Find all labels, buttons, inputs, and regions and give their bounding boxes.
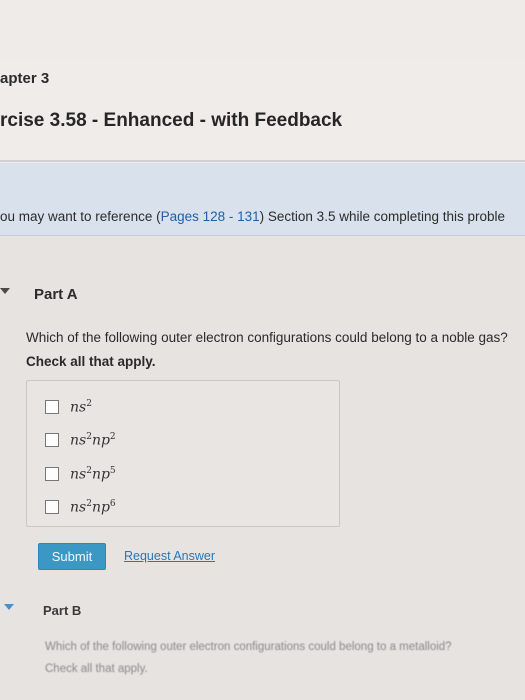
info-banner (0, 163, 525, 236)
expand-caret-icon[interactable] (4, 604, 14, 610)
option-label: ns2np2 (70, 432, 116, 449)
part-b-question: Which of the following outer electron co… (45, 641, 452, 653)
checkbox[interactable] (45, 400, 59, 415)
header-divider (0, 160, 525, 162)
info-text: ou may want to reference (Pages 128 - 13… (0, 209, 505, 224)
part-a-instruction: Check all that apply. (26, 354, 156, 369)
top-strip (0, 0, 525, 58)
part-b-title[interactable]: Part B (43, 603, 81, 618)
request-answer-link[interactable]: Request Answer (124, 549, 215, 563)
option-ns2[interactable]: ns2 (45, 399, 92, 416)
exercise-title: rcise 3.58 - Enhanced - with Feedback (0, 110, 343, 131)
answer-options-box: ns2 ns2np2 ns2np5 ns2np6 (26, 380, 340, 527)
checkbox[interactable] (45, 500, 59, 515)
option-label: ns2np5 (70, 466, 116, 483)
option-label: ns2np6 (70, 499, 116, 516)
submit-button[interactable]: Submit (38, 543, 106, 570)
checkbox[interactable] (45, 467, 59, 482)
option-ns2np5[interactable]: ns2np5 (45, 466, 116, 483)
option-label: ns2 (70, 399, 92, 416)
part-a-question: Which of the following outer electron co… (26, 330, 508, 345)
info-suffix: ) Section 3.5 while completing this prob… (259, 209, 506, 224)
part-a-title[interactable]: Part A (34, 286, 78, 303)
part-b-instruction: Check all that apply. (45, 663, 148, 675)
info-prefix: ou may want to reference ( (0, 209, 161, 224)
checkbox[interactable] (45, 433, 59, 448)
option-ns2np6[interactable]: ns2np6 (45, 499, 116, 516)
option-ns2np2[interactable]: ns2np2 (45, 432, 116, 449)
collapse-caret-icon[interactable] (0, 288, 10, 294)
pages-reference-link[interactable]: Pages 128 - 131 (161, 209, 260, 224)
chapter-title: apter 3 (0, 70, 50, 87)
